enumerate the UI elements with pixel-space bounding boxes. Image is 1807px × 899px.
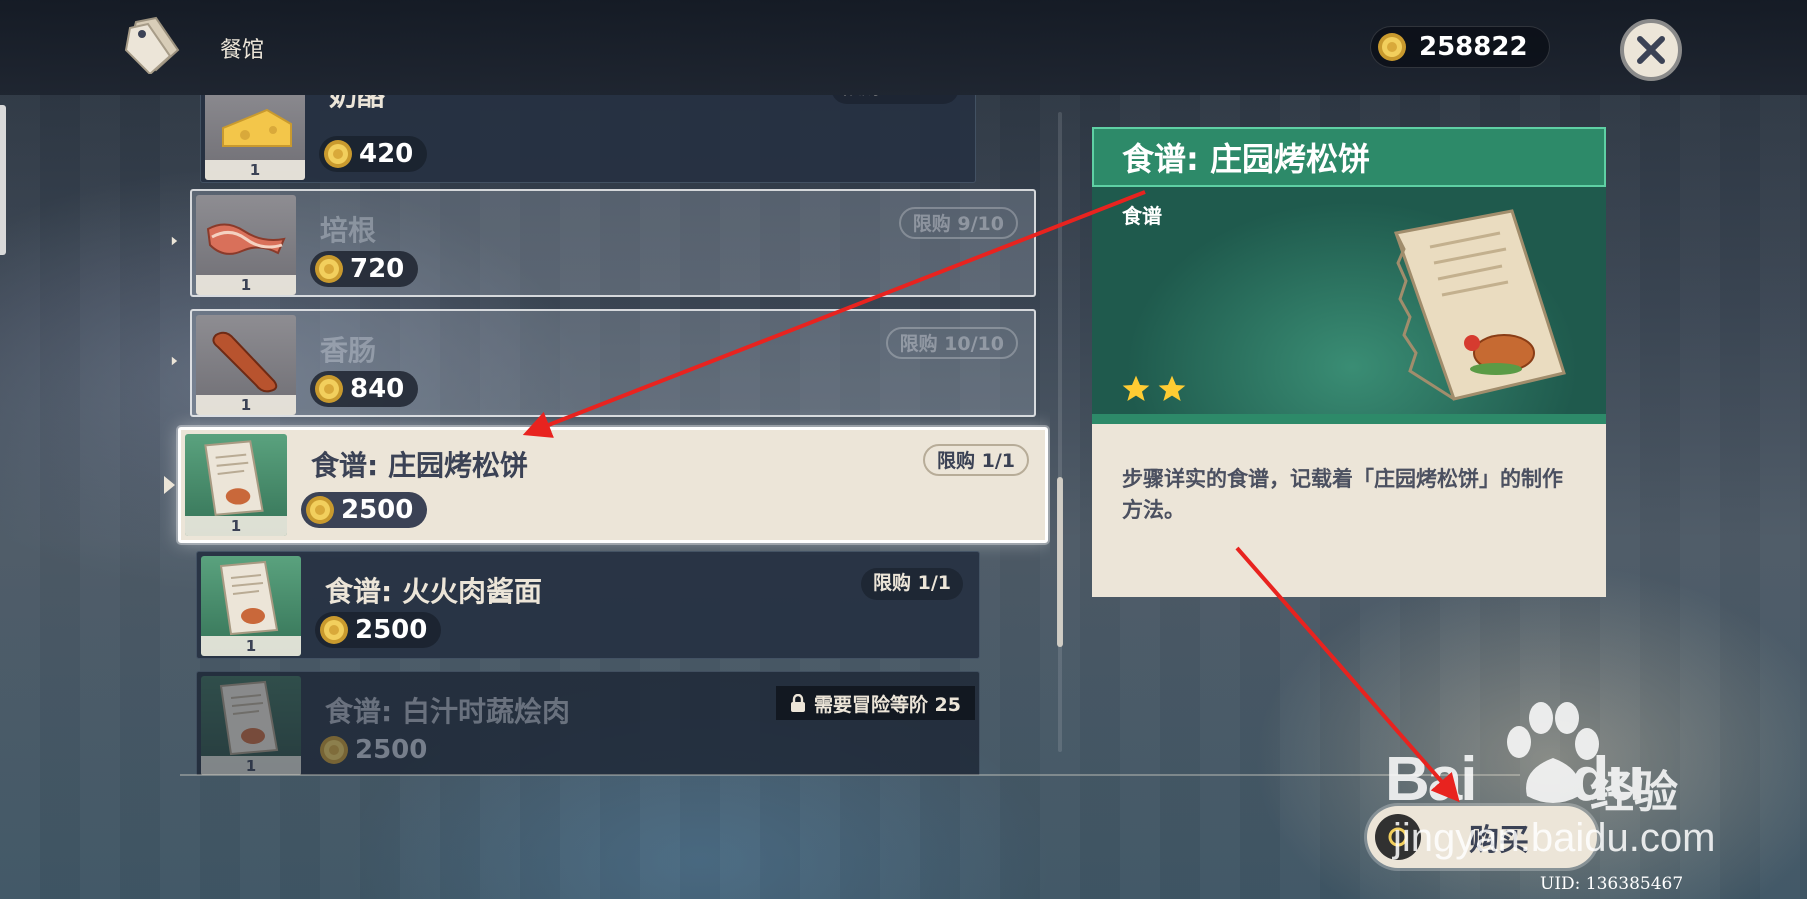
item-name: 食谱: 庄园烤松饼 (311, 449, 528, 482)
recipe-icon (219, 680, 279, 756)
divider (180, 774, 1520, 776)
item-price: 840 (310, 371, 419, 407)
mora-coin-icon (1378, 33, 1406, 61)
mora-amount: 258822 (1419, 32, 1528, 62)
purchase-limit-badge: 限购 10/10 (885, 327, 1018, 359)
lock-icon (790, 694, 805, 712)
rarity-strip (1092, 414, 1606, 424)
item-thumbnail: 1 (201, 676, 301, 775)
purchase-limit-badge: 限购 1/1 (923, 444, 1029, 476)
item-price-value: 420 (359, 139, 414, 169)
detail-item-type: 食谱 (1122, 204, 1162, 228)
list-item-locked[interactable]: 1 食谱: 白汁时蔬烩肉 2500 需要冒险等阶 25 (196, 671, 980, 775)
mora-coin-icon (315, 255, 343, 283)
item-name: 香肠 (320, 334, 377, 367)
close-icon (1637, 36, 1665, 64)
item-quantity: 1 (201, 636, 301, 656)
recipe-icon (219, 560, 279, 636)
scrollbar-thumb[interactable] (1057, 477, 1063, 647)
cheese-icon (222, 108, 292, 147)
item-quantity: 1 (196, 395, 296, 415)
item-thumbnail: 1 (196, 315, 296, 415)
watermark-site: jingyan.baidu.com (1393, 816, 1716, 860)
item-quantity: 1 (185, 516, 287, 536)
level-requirement-text: 需要冒险等阶 25 (813, 693, 961, 716)
recipe-icon (204, 440, 264, 516)
list-item[interactable]: 1 食谱: 火火肉酱面 2500 限购 1/1 (196, 551, 980, 659)
item-name: 奶酪 (329, 95, 386, 112)
selected-row-marker-icon (164, 476, 175, 494)
item-price: 720 (310, 251, 419, 287)
mora-coin-icon (324, 140, 352, 168)
item-price: 2500 (301, 492, 428, 528)
purchase-limit-badge: 限购 1/1 (861, 568, 963, 600)
item-quantity: 1 (196, 275, 296, 295)
rarity-stars (1120, 373, 1188, 405)
row-marker-icon (171, 356, 178, 366)
shop-item-list: 1 奶酪 420 限购 10/10 1 培根 720 限购 9/10 (150, 95, 1050, 775)
list-scrollbar[interactable] (1057, 112, 1063, 752)
top-bar: 餐馆 258822 (0, 0, 1807, 95)
item-thumbnail: 1 (205, 95, 305, 180)
item-price: 2500 (315, 612, 442, 648)
side-tab-indicator[interactable] (0, 105, 6, 255)
item-thumbnail: 1 (201, 556, 301, 656)
list-item-selected[interactable]: 1 食谱: 庄园烤松饼 2500 限购 1/1 (178, 427, 1048, 543)
item-thumbnail: 1 (185, 434, 287, 536)
watermark-suffix: 经验 (1590, 767, 1678, 818)
recipe-scroll-image (1394, 209, 1566, 401)
shop-title: 餐馆 (220, 38, 265, 63)
row-marker-icon (171, 236, 178, 246)
item-price-value: 720 (350, 254, 405, 284)
item-detail-card: 食谱: 庄园烤松饼 食谱 步骤详实的食谱，记载着「庄园烤松饼」的制作方法。 (1092, 127, 1606, 597)
item-name: 食谱: 火火肉酱面 (325, 575, 542, 608)
item-price-value: 2500 (355, 735, 428, 765)
purchase-limit-badge: 限购 9/10 (898, 207, 1018, 239)
item-price-value: 840 (350, 374, 405, 404)
item-thumbnail: 1 (196, 195, 296, 295)
price-tag-icon (124, 16, 180, 74)
item-price: 420 (319, 136, 428, 172)
detail-description: 步骤详实的食谱，记载着「庄园烤松饼」的制作方法。 (1092, 424, 1606, 597)
bacon-icon (206, 223, 286, 255)
purchase-limit-badge: 限购 10/10 (830, 95, 959, 104)
item-price-value: 2500 (341, 495, 414, 525)
star-icon (1122, 375, 1150, 401)
star-icon (1158, 375, 1186, 401)
baidu-jingyan-watermark: Bai du 经验 jingyan.baidu.com (1385, 700, 1725, 860)
list-item[interactable]: 1 培根 720 限购 9/10 (190, 189, 1036, 297)
mora-balance: 258822 (1370, 26, 1550, 68)
detail-title: 食谱: 庄园烤松饼 (1092, 127, 1606, 187)
item-price-value: 2500 (355, 615, 428, 645)
item-name: 培根 (320, 214, 377, 247)
list-item[interactable]: 1 奶酪 420 限购 10/10 (200, 95, 976, 183)
mora-coin-icon (315, 375, 343, 403)
sausage-icon (212, 331, 278, 393)
level-requirement-badge: 需要冒险等阶 25 (775, 686, 975, 720)
player-uid: UID: 136385467 (1540, 874, 1684, 894)
item-quantity: 1 (201, 756, 301, 775)
item-price: 2500 (315, 732, 441, 768)
item-quantity: 1 (205, 160, 305, 180)
item-name: 食谱: 白汁时蔬烩肉 (325, 695, 570, 728)
close-button[interactable] (1620, 19, 1682, 81)
mora-coin-icon (320, 616, 348, 644)
mora-coin-icon (320, 736, 348, 764)
list-item[interactable]: 1 香肠 840 限购 10/10 (190, 309, 1036, 417)
mora-coin-icon (306, 496, 334, 524)
